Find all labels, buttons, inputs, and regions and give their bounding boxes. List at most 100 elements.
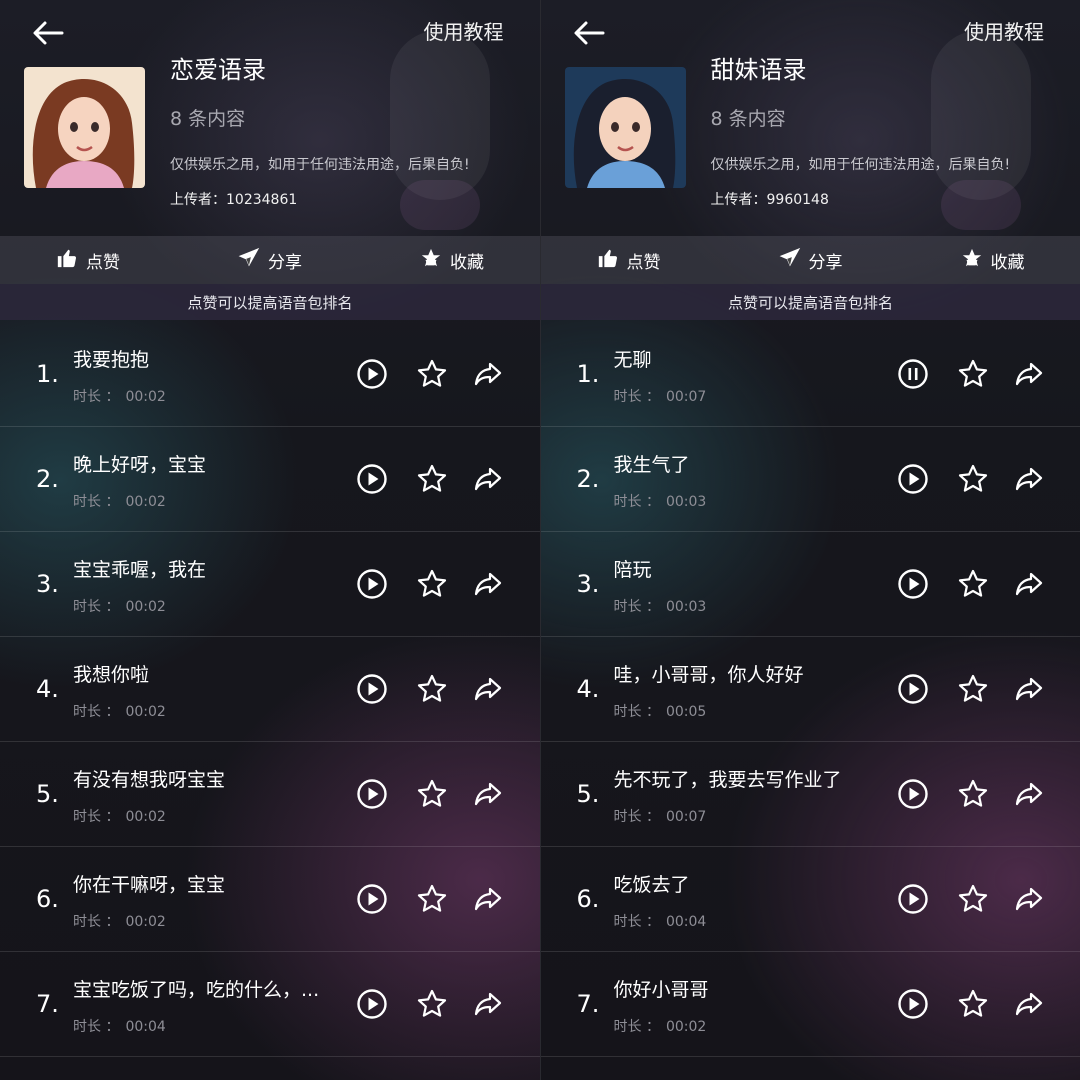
duration-value: 00:02 <box>125 494 166 510</box>
favorite-item-button[interactable] <box>416 988 448 1020</box>
favorite-button[interactable]: 收藏 <box>420 247 484 274</box>
star-outline-icon <box>416 674 448 709</box>
favorite-item-button[interactable] <box>957 883 989 915</box>
play-button[interactable] <box>356 568 388 600</box>
ranking-tip: 点赞可以提高语音包排名 <box>0 284 540 320</box>
favorite-item-button[interactable] <box>416 778 448 810</box>
list-item[interactable]: 3. 宝宝乖喔，我在 时长 ： 00:02 <box>0 532 540 637</box>
play-button[interactable] <box>897 568 929 600</box>
list-item[interactable]: 3. 陪玩 时长 ： 00:03 <box>540 532 1080 637</box>
list-item[interactable]: 1. 无聊 时长 ： 00:07 <box>540 322 1080 427</box>
favorite-item-button[interactable] <box>957 568 989 600</box>
favorite-item-button[interactable] <box>416 568 448 600</box>
favorite-item-button[interactable] <box>416 673 448 705</box>
back-arrow-icon[interactable] <box>30 18 66 48</box>
list-item[interactable]: 2. 我生气了 时长 ： 00:03 <box>540 427 1080 532</box>
play-button[interactable] <box>897 883 929 915</box>
list-item[interactable]: 7. 宝宝吃饭了吗，吃的什么，... 时长 ： 00:04 <box>0 952 540 1057</box>
share-item-button[interactable] <box>1013 778 1045 810</box>
favorite-item-button[interactable] <box>957 778 989 810</box>
item-title: 我要抱抱 <box>73 349 150 371</box>
list-item[interactable]: 6. 吃饭去了 时长 ： 00:04 <box>540 847 1080 952</box>
play-button[interactable] <box>356 463 388 495</box>
favorite-item-button[interactable] <box>957 988 989 1020</box>
paper-plane-icon <box>779 247 801 274</box>
list-item[interactable]: 4. 哇，小哥哥，你人好好 时长 ： 00:05 <box>540 637 1080 742</box>
share-item-button[interactable] <box>472 568 504 600</box>
share-item-button[interactable] <box>472 463 504 495</box>
pause-button[interactable] <box>897 358 929 390</box>
duration-value: 00:02 <box>125 599 166 615</box>
list-item[interactable]: 5. 先不玩了，我要去写作业了 时长 ： 00:07 <box>540 742 1080 847</box>
item-number: 7. <box>576 990 600 1018</box>
share-item-button[interactable] <box>472 673 504 705</box>
share-item-button[interactable] <box>1013 568 1045 600</box>
duration-value: 00:02 <box>125 914 166 930</box>
share-button[interactable]: 分享 <box>238 247 302 274</box>
duration-value: 00:07 <box>665 389 707 405</box>
list-item[interactable]: 7. 你好小哥哥 时长 ： 00:02 <box>540 952 1080 1057</box>
play-button[interactable] <box>897 673 929 705</box>
list-item[interactable]: 1. 我要抱抱 时长 ： 00:02 <box>0 322 540 427</box>
play-button[interactable] <box>356 673 388 705</box>
star-outline-icon <box>957 359 989 394</box>
item-number: 6. <box>576 885 600 913</box>
item-duration: 时长 ： 00:02 <box>73 386 166 406</box>
star-outline-icon <box>957 989 989 1024</box>
share-arrow-icon <box>1013 572 1045 604</box>
favorite-button[interactable]: 收藏 <box>961 247 1025 274</box>
item-duration: 时长 ： 00:02 <box>614 1016 707 1036</box>
like-button[interactable]: 点赞 <box>597 247 661 274</box>
pause-circle-icon <box>897 359 929 394</box>
item-title: 我生气了 <box>613 454 690 476</box>
share-button[interactable]: 分享 <box>779 247 843 274</box>
play-button[interactable] <box>897 778 929 810</box>
share-item-button[interactable] <box>1013 883 1045 915</box>
share-arrow-icon <box>472 677 504 709</box>
list-item[interactable]: 6. 你在干嘛呀，宝宝 时长 ： 00:02 <box>0 847 540 952</box>
share-item-button[interactable] <box>472 988 504 1020</box>
share-item-button[interactable] <box>472 883 504 915</box>
play-circle-icon <box>356 569 388 604</box>
like-button[interactable]: 点赞 <box>56 247 120 274</box>
item-title: 吃饭去了 <box>613 874 690 896</box>
duration-value: 00:05 <box>665 704 707 720</box>
list-item[interactable]: 4. 我想你啦 时长 ： 00:02 <box>0 637 540 742</box>
tutorial-link[interactable]: 使用教程 <box>964 16 1044 45</box>
item-title: 先不玩了，我要去写作业了 <box>613 769 842 791</box>
play-button[interactable] <box>897 988 929 1020</box>
favorite-item-button[interactable] <box>416 358 448 390</box>
list-item[interactable]: 2. 晚上好呀，宝宝 时长 ： 00:02 <box>0 427 540 532</box>
share-item-button[interactable] <box>1013 673 1045 705</box>
play-button[interactable] <box>356 358 388 390</box>
list-item[interactable]: 5. 有没有想我呀宝宝 时长 ： 00:02 <box>0 742 540 847</box>
share-item-button[interactable] <box>472 778 504 810</box>
item-number: 2. <box>576 465 600 493</box>
favorite-item-button[interactable] <box>416 463 448 495</box>
favorite-item-button[interactable] <box>957 358 989 390</box>
share-label: 分享 <box>808 252 843 273</box>
tutorial-link[interactable]: 使用教程 <box>424 16 504 45</box>
play-button[interactable] <box>897 463 929 495</box>
share-item-button[interactable] <box>1013 358 1045 390</box>
favorite-item-button[interactable] <box>957 673 989 705</box>
share-item-button[interactable] <box>1013 988 1045 1020</box>
play-circle-icon <box>356 674 388 709</box>
share-item-button[interactable] <box>1013 463 1045 495</box>
back-arrow-icon[interactable] <box>571 18 607 48</box>
favorite-item-button[interactable] <box>957 463 989 495</box>
uploader-info: 上传者：9960148 <box>711 189 829 209</box>
duration-value: 00:02 <box>665 1019 707 1035</box>
pack-title: 甜妹语录 <box>710 56 807 84</box>
play-circle-icon <box>897 779 929 814</box>
play-button[interactable] <box>356 778 388 810</box>
play-button[interactable] <box>356 988 388 1020</box>
like-label: 点赞 <box>86 252 120 273</box>
item-duration: 时长 ： 00:04 <box>614 911 707 931</box>
share-item-button[interactable] <box>472 358 504 390</box>
item-duration: 时长 ： 00:02 <box>73 596 166 616</box>
action-bar: 点赞 分享 收藏 <box>540 236 1080 284</box>
play-circle-icon <box>897 569 929 604</box>
play-button[interactable] <box>356 883 388 915</box>
favorite-item-button[interactable] <box>416 883 448 915</box>
